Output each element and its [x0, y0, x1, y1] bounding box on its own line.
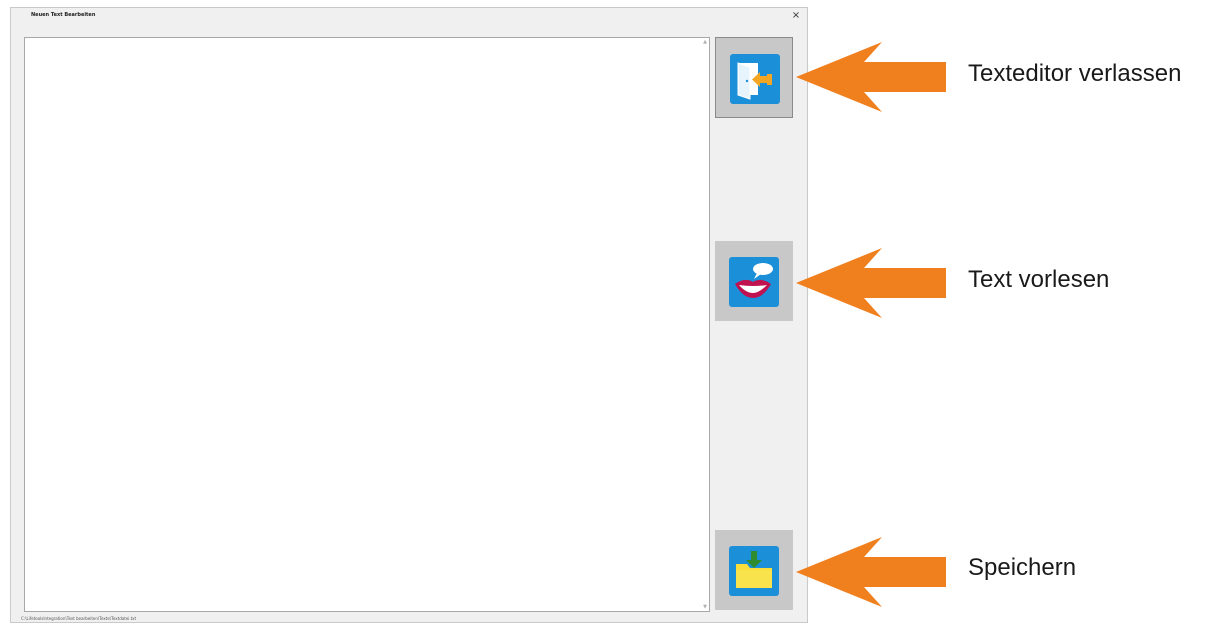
vertical-scrollbar[interactable]: ▲ ▼: [702, 39, 708, 610]
text-input-area[interactable]: ▲ ▼: [24, 37, 710, 612]
text-editor-window: Neuen Text Bearbeiten × ▲ ▼ C:\Lifetools…: [10, 7, 808, 623]
arrow-left-icon: [796, 42, 946, 112]
callout-read-aloud: Text vorlesen: [968, 266, 1110, 293]
arrow-left-icon: [796, 537, 946, 607]
save-folder-icon: [729, 546, 779, 596]
exit-door-icon: [730, 54, 780, 104]
callout-save: Speichern: [968, 554, 1077, 581]
scroll-down-arrow-icon[interactable]: ▼: [702, 604, 708, 610]
save-button[interactable]: [715, 530, 793, 610]
arrow-left-icon: [796, 248, 946, 318]
close-button[interactable]: ×: [789, 9, 803, 23]
scroll-up-arrow-icon[interactable]: ▲: [702, 39, 708, 45]
window-title: Neuen Text Bearbeiten: [31, 12, 96, 18]
callout-exit-editor: Texteditor verlassen: [968, 60, 1182, 87]
read-aloud-button[interactable]: [715, 241, 793, 321]
exit-editor-button[interactable]: [715, 37, 793, 118]
title-bar: Neuen Text Bearbeiten ×: [11, 8, 807, 26]
speech-mouth-icon: [729, 257, 779, 307]
file-path-status: C:\LifetoolsIntegration\Text bearbeiten\…: [21, 616, 137, 621]
